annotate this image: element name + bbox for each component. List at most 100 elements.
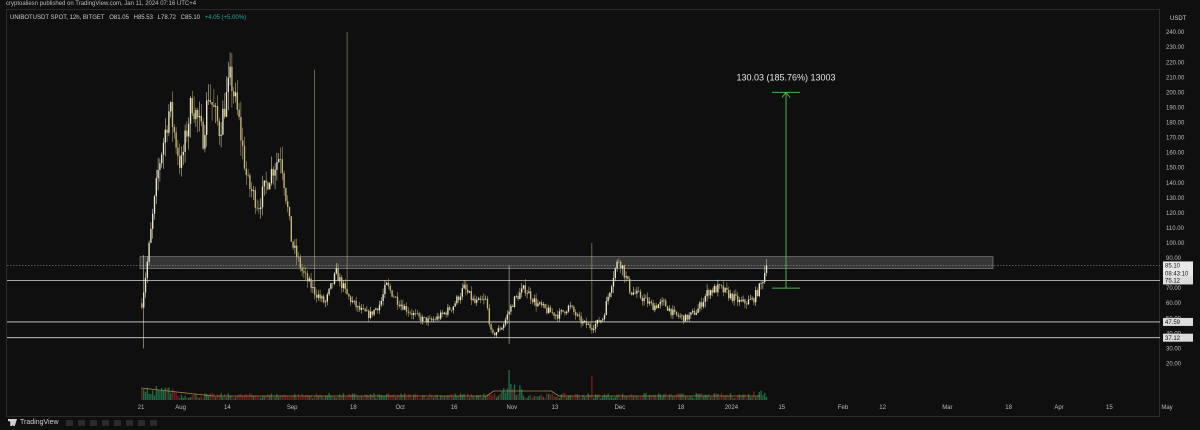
candle-body[interactable] [294,245,296,248]
candle-body[interactable] [211,101,213,105]
candle-body[interactable] [476,300,478,303]
candle-body[interactable] [670,308,672,316]
candle-body[interactable] [582,321,584,324]
candle-body[interactable] [641,297,643,302]
candle-body[interactable] [398,304,400,307]
candle-body[interactable] [548,307,550,314]
candle-body[interactable] [234,92,237,97]
candle-body[interactable] [722,285,724,293]
candle-body[interactable] [297,257,300,258]
candle-body[interactable] [465,284,467,290]
candle-body[interactable] [549,307,552,313]
candle-body[interactable] [632,292,634,295]
candle-body[interactable] [206,100,208,135]
candle-body[interactable] [274,169,276,176]
candle-body[interactable] [355,300,357,308]
candle-body[interactable] [483,298,485,300]
candle-body[interactable] [558,311,561,319]
candle-body[interactable] [328,288,330,295]
candle-body[interactable] [440,312,442,319]
candle-body[interactable] [726,287,728,290]
candle-body[interactable] [330,283,332,289]
candle-body[interactable] [218,121,220,136]
candle-body[interactable] [704,296,706,302]
candle-body[interactable] [389,286,391,291]
candle-body[interactable] [760,283,762,284]
candle-body[interactable] [567,305,570,312]
candle-body[interactable] [180,155,183,168]
candle-body[interactable] [697,308,699,313]
candle-body[interactable] [254,190,256,208]
candle-body[interactable] [342,283,345,289]
candle-body[interactable] [765,265,768,273]
candle-body[interactable] [584,320,586,322]
candle-body[interactable] [393,296,395,298]
candle-body[interactable] [537,303,539,307]
candle-body[interactable] [463,284,465,289]
candle-body[interactable] [152,213,154,229]
candle-body[interactable] [177,147,179,157]
candle-body[interactable] [645,297,647,299]
candle-body[interactable] [431,318,433,321]
candle-body[interactable] [382,294,384,301]
candle-body[interactable] [285,188,287,202]
candle-body[interactable] [591,327,593,331]
candle-body[interactable] [449,307,451,311]
candle-body[interactable] [171,102,174,127]
candle-body[interactable] [636,290,638,294]
candle-body[interactable] [699,302,701,309]
candle-body[interactable] [454,303,456,307]
candle-body[interactable] [445,312,447,315]
candle-body[interactable] [207,100,210,101]
candle-body[interactable] [668,308,670,311]
candle-body[interactable] [270,169,273,184]
candle-body[interactable] [753,298,755,303]
candle-body[interactable] [742,299,744,302]
candle-body[interactable] [166,129,168,133]
candle-body[interactable] [737,295,739,303]
candle-body[interactable] [279,159,282,160]
candle-body[interactable] [648,301,651,304]
candle-body[interactable] [715,286,717,293]
candle-body[interactable] [602,319,604,321]
candle-body[interactable] [535,298,537,307]
candle-body[interactable] [603,314,606,320]
candle-body[interactable] [488,308,490,325]
candle-body[interactable] [630,292,633,295]
candle-body[interactable] [188,123,190,137]
candle-body[interactable] [222,108,224,135]
candle-body[interactable] [594,323,597,329]
candle-body[interactable] [315,294,318,298]
candle-body[interactable] [593,328,595,331]
candle-body[interactable] [204,134,206,149]
candle-body[interactable] [402,304,404,310]
candle-body[interactable] [724,287,726,293]
candle-body[interactable] [416,313,418,314]
candle-body[interactable] [155,178,157,197]
candle-body[interactable] [701,302,703,307]
candle-body[interactable] [396,296,399,305]
candle-body[interactable] [692,310,694,313]
candle-body[interactable] [479,298,481,300]
candle-body[interactable] [170,102,172,112]
candle-body[interactable] [150,228,152,243]
candle-body[interactable] [220,134,222,136]
candle-body[interactable] [229,66,231,78]
candle-body[interactable] [387,282,390,287]
candle-body[interactable] [321,296,323,299]
candle-body[interactable] [224,108,226,117]
candle-body[interactable] [542,304,544,306]
candle-body[interactable] [515,296,517,297]
candle-body[interactable] [708,290,710,296]
candle-body[interactable] [528,291,530,294]
candle-body[interactable] [539,302,541,304]
candle-body[interactable] [141,303,143,308]
candle-body[interactable] [375,308,377,310]
candle-body[interactable] [557,314,559,319]
candle-body[interactable] [317,294,319,298]
candle-body[interactable] [303,270,305,273]
candle-body[interactable] [587,324,589,325]
candle-body[interactable] [497,328,499,333]
candle-body[interactable] [432,319,435,321]
candle-body[interactable] [238,109,240,117]
